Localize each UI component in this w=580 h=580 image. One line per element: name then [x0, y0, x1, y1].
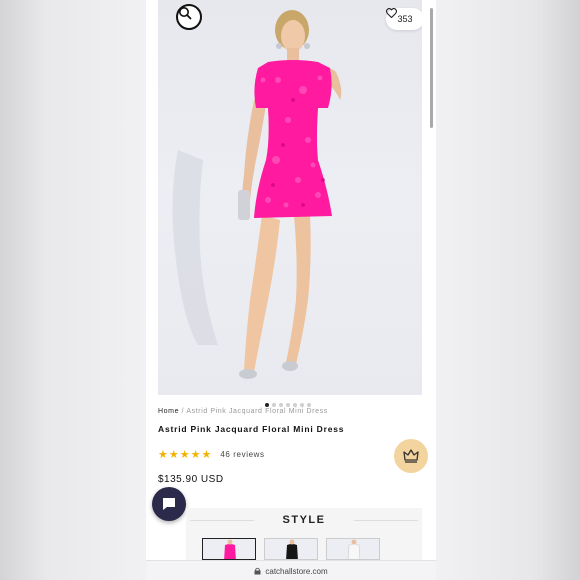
star-icon: ★: [201, 449, 212, 461]
style-swatch-white[interactable]: [326, 538, 380, 560]
like-button[interactable]: 353: [386, 8, 422, 30]
product-rating[interactable]: ★ ★ ★ ★ ★ 46 reviews: [158, 448, 265, 461]
swatch-thumbnail: [203, 539, 255, 559]
style-swatch-pink[interactable]: [202, 538, 256, 560]
breadcrumb-home-link[interactable]: Home: [158, 408, 179, 415]
gallery-dots[interactable]: [265, 403, 311, 407]
heart-icon: [386, 8, 397, 18]
crown-icon: [403, 449, 419, 463]
like-count: 353: [397, 14, 413, 24]
chat-icon: [163, 498, 175, 510]
style-title: STYLE: [282, 514, 326, 526]
browser-address-bar[interactable]: catchallstore.com: [146, 560, 436, 580]
search-icon: [179, 7, 192, 20]
product-title: Astrid Pink Jacquard Floral Mini Dress: [158, 424, 345, 434]
gallery-dot[interactable]: [300, 403, 304, 407]
breadcrumb: Home / Astrid Pink Jacquard Floral Mini …: [158, 408, 328, 415]
rewards-button[interactable]: [394, 439, 428, 473]
gallery-dot[interactable]: [272, 403, 276, 407]
phone-screen: 353 Home / Astrid Pink Jacquard Floral M…: [146, 0, 436, 580]
gallery-dot[interactable]: [265, 403, 269, 407]
url-text: catchallstore.com: [265, 566, 328, 576]
star-icon: ★: [190, 449, 201, 461]
star-icon: ★: [168, 449, 179, 461]
product-price: $135.90 USD: [158, 474, 224, 485]
breadcrumb-current: Astrid Pink Jacquard Floral Mini Dress: [186, 408, 328, 415]
model-photo: [172, 10, 342, 379]
breadcrumb-separator: /: [181, 408, 185, 415]
swatch-thumbnail: [327, 539, 379, 559]
gallery-dot[interactable]: [293, 403, 297, 407]
scrollbar[interactable]: [430, 8, 433, 128]
search-button[interactable]: [176, 4, 202, 30]
swatch-thumbnail: [265, 539, 317, 559]
gallery-dot[interactable]: [307, 403, 311, 407]
gallery-dot[interactable]: [279, 403, 283, 407]
lock-icon: [254, 567, 261, 575]
star-icon: ★: [158, 449, 168, 461]
chat-button[interactable]: [152, 487, 186, 521]
reviews-link[interactable]: 46 reviews: [220, 450, 264, 459]
style-selector: STYLE: [186, 508, 422, 564]
gallery-dot[interactable]: [286, 403, 290, 407]
star-icon: ★: [179, 449, 190, 461]
style-swatch-black[interactable]: [264, 538, 318, 560]
product-image[interactable]: 353: [158, 0, 422, 395]
